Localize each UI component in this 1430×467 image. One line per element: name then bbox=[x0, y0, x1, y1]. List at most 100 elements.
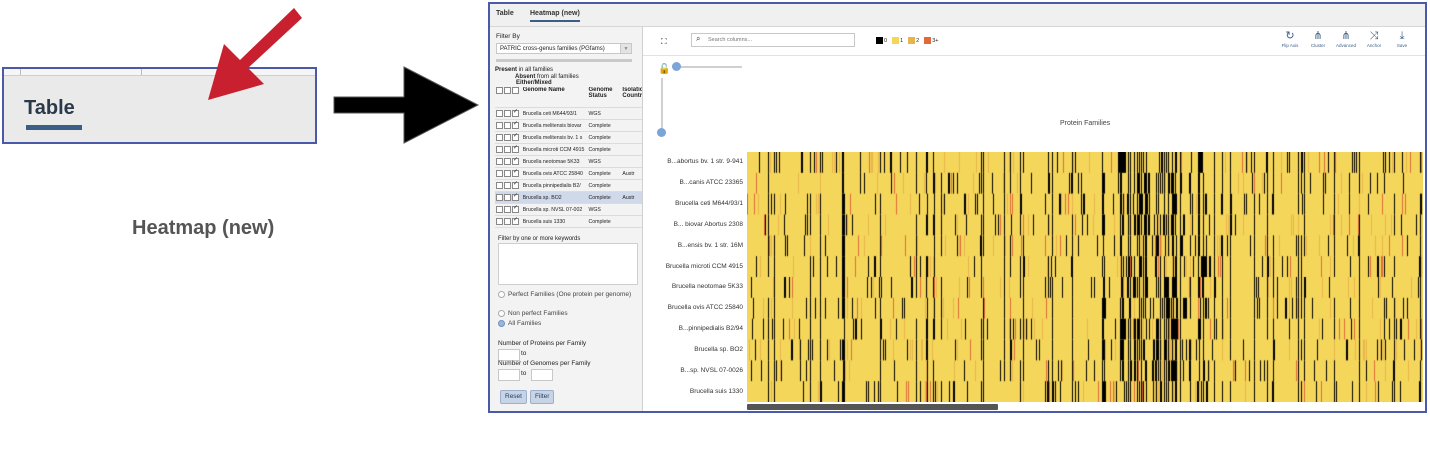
genome-row[interactable]: Brucella neotomae 5K33WGS bbox=[495, 155, 642, 168]
tab-table[interactable]: Table bbox=[496, 10, 514, 17]
tab-heatmap[interactable]: Heatmap (new) bbox=[530, 10, 580, 22]
mixed-checkbox[interactable] bbox=[512, 180, 519, 189]
mixed-checkbox[interactable] bbox=[512, 192, 519, 201]
present-text: in all families bbox=[518, 67, 554, 73]
heatmap-row-label[interactable]: Brucella sp. BO2 bbox=[645, 346, 743, 353]
reset-button[interactable]: Reset bbox=[500, 390, 527, 404]
absent-checkbox[interactable] bbox=[504, 158, 511, 165]
genome-name-cell: Brucella suis 1330 bbox=[521, 215, 588, 228]
heatmap-row-label[interactable]: B...sp. NVSL 07-0026 bbox=[645, 367, 743, 374]
absent-checkbox[interactable] bbox=[504, 170, 511, 177]
present-checkbox[interactable] bbox=[496, 206, 503, 213]
heatmap-row-label[interactable]: B... biovar Abortus 2308 bbox=[645, 221, 743, 228]
genomes-max-input[interactable] bbox=[531, 369, 553, 381]
genomes-to-label: to bbox=[521, 370, 527, 377]
heatmap-row-label[interactable]: B...abortus bv. 1 str. 9-941 bbox=[645, 158, 743, 165]
genome-row[interactable]: Brucella suis 1330Complete bbox=[495, 215, 642, 228]
isolation-country-cell bbox=[621, 119, 642, 132]
heatmap-horizontal-scrollbar[interactable] bbox=[747, 404, 998, 410]
genome-row[interactable]: Brucella pinnipedialis B2/Complete bbox=[495, 179, 642, 192]
present-checkbox[interactable] bbox=[496, 182, 503, 189]
absent-checkbox[interactable] bbox=[504, 218, 511, 225]
present-checkbox[interactable] bbox=[496, 170, 503, 177]
tool-download-button[interactable]: ⤓ Save bbox=[1389, 30, 1415, 48]
mixed-checkbox[interactable] bbox=[512, 120, 519, 129]
mixed-checkbox[interactable] bbox=[512, 144, 519, 153]
heatmap-tools: ↻ Flip Axis ⋔ Cluster ⋔ Advanced ⤨ Anchor ⤓ Save bbox=[1277, 30, 1417, 56]
absent-checkbox[interactable] bbox=[504, 206, 511, 213]
mixed-checkbox[interactable] bbox=[512, 132, 519, 141]
mixed-checkbox[interactable] bbox=[512, 204, 519, 213]
panel-scrollbar[interactable] bbox=[496, 59, 632, 62]
radio-perfect-label: Perfect Families (One protein per genome… bbox=[508, 291, 632, 298]
unlock-icon[interactable]: 🔓 bbox=[658, 64, 670, 75]
column-zoom-slider[interactable] bbox=[672, 62, 742, 71]
family-type-select[interactable]: PATRIC cross-genus families (PGfams) ▼ bbox=[496, 43, 632, 54]
heatmap-row-label[interactable]: Brucella microti CCM 4915 bbox=[645, 263, 743, 270]
genomes-min-input[interactable] bbox=[498, 369, 520, 381]
present-checkbox[interactable] bbox=[496, 122, 503, 129]
inset-tab-table[interactable]: Table bbox=[24, 97, 75, 120]
absent-checkbox[interactable] bbox=[504, 182, 511, 189]
legend-swatch bbox=[908, 37, 916, 44]
tab-bar: Table Heatmap (new) bbox=[490, 4, 1425, 27]
heatmap-row-label[interactable]: Brucella suis 1330 bbox=[645, 388, 743, 395]
col-genome-name[interactable]: Genome Name bbox=[521, 87, 588, 108]
chevron-down-icon: ▼ bbox=[620, 44, 631, 53]
radio-perfect-families[interactable]: Perfect Families (One protein per genome… bbox=[498, 290, 638, 299]
absent-checkbox[interactable] bbox=[504, 194, 511, 201]
heatmap-row-label[interactable]: B...ensis bv. 1 str. 16M bbox=[645, 242, 743, 249]
heatmap-row-label[interactable]: Brucella neotomae 5K33 bbox=[645, 283, 743, 290]
row-zoom-knob[interactable] bbox=[657, 128, 666, 137]
radio-nonperfect-families[interactable]: Non perfect Families bbox=[498, 310, 568, 317]
mixed-checkbox[interactable] bbox=[512, 216, 519, 225]
column-search-input[interactable]: ⌕ Search columns... bbox=[691, 33, 855, 47]
tool-cluster-button[interactable]: ⋔ Cluster bbox=[1305, 30, 1331, 48]
keyword-filter-input[interactable] bbox=[498, 243, 638, 285]
heatmap-row-label[interactable]: Brucella ceti M644/93/1 bbox=[645, 200, 743, 207]
radio-all-families[interactable]: All Families bbox=[498, 320, 541, 327]
genome-row[interactable]: Brucella microti CCM 4915Complete bbox=[495, 143, 642, 156]
heatmap-row-label[interactable]: B...canis ATCC 23365 bbox=[645, 179, 743, 186]
tool-advanced-cluster-button[interactable]: ⋔ Advanced bbox=[1333, 30, 1359, 48]
genome-row[interactable]: Brucella ovis ATCC 25840CompleteAustr bbox=[495, 167, 642, 180]
absent-all-checkbox[interactable] bbox=[504, 87, 511, 94]
genome-row[interactable]: Brucella ceti M644/93/1WGS bbox=[495, 107, 642, 120]
mixed-all-checkbox[interactable] bbox=[512, 87, 519, 94]
mixed-checkbox[interactable] bbox=[512, 108, 519, 117]
present-checkbox[interactable] bbox=[496, 218, 503, 225]
genome-row[interactable]: Brucella melitensis bv. 1 sComplete bbox=[495, 131, 642, 144]
genome-row[interactable]: Brucella sp. BO2CompleteAustr bbox=[495, 191, 642, 204]
absent-checkbox[interactable] bbox=[504, 134, 511, 141]
row-zoom-slider[interactable] bbox=[657, 78, 666, 137]
absent-checkbox[interactable] bbox=[504, 122, 511, 129]
tool-flip-axis-button[interactable]: ↻ Flip Axis bbox=[1277, 30, 1303, 48]
inset-divider bbox=[141, 69, 142, 75]
present-checkbox[interactable] bbox=[496, 110, 503, 117]
absent-checkbox[interactable] bbox=[504, 110, 511, 117]
column-zoom-knob[interactable] bbox=[672, 62, 681, 71]
heatmap-row-label[interactable]: Brucella ovis ATCC 25840 bbox=[645, 304, 743, 311]
col-isolation-country[interactable]: Isolation Country bbox=[621, 87, 642, 108]
heatmap-grid[interactable] bbox=[747, 152, 1423, 402]
genome-status-cell: Complete bbox=[587, 179, 622, 192]
proteins-per-family-label: Number of Proteins per Family bbox=[498, 340, 587, 347]
genome-row-checkboxes bbox=[495, 119, 522, 132]
absent-checkbox[interactable] bbox=[504, 146, 511, 153]
present-all-checkbox[interactable] bbox=[496, 87, 503, 94]
genome-row[interactable]: Brucella melitensis biovarComplete bbox=[495, 119, 642, 132]
mixed-checkbox[interactable] bbox=[512, 156, 519, 165]
legend-label: 3+ bbox=[932, 37, 939, 44]
col-genome-status[interactable]: Genome Status bbox=[587, 87, 622, 108]
present-checkbox[interactable] bbox=[496, 158, 503, 165]
genome-row[interactable]: Brucella sp. NVSL 07-002WGS bbox=[495, 203, 642, 216]
filter-button[interactable]: Filter bbox=[530, 390, 555, 404]
genome-status-cell: Complete bbox=[587, 131, 622, 144]
present-checkbox[interactable] bbox=[496, 194, 503, 201]
present-checkbox[interactable] bbox=[496, 146, 503, 153]
present-checkbox[interactable] bbox=[496, 134, 503, 141]
heatmap-row-label[interactable]: B...pinnipedialis B2/94 bbox=[645, 325, 743, 332]
tool-anchor-button[interactable]: ⤨ Anchor bbox=[1361, 30, 1387, 48]
mixed-checkbox[interactable] bbox=[512, 168, 519, 177]
fullscreen-icon[interactable]: ⛶ bbox=[661, 37, 667, 47]
